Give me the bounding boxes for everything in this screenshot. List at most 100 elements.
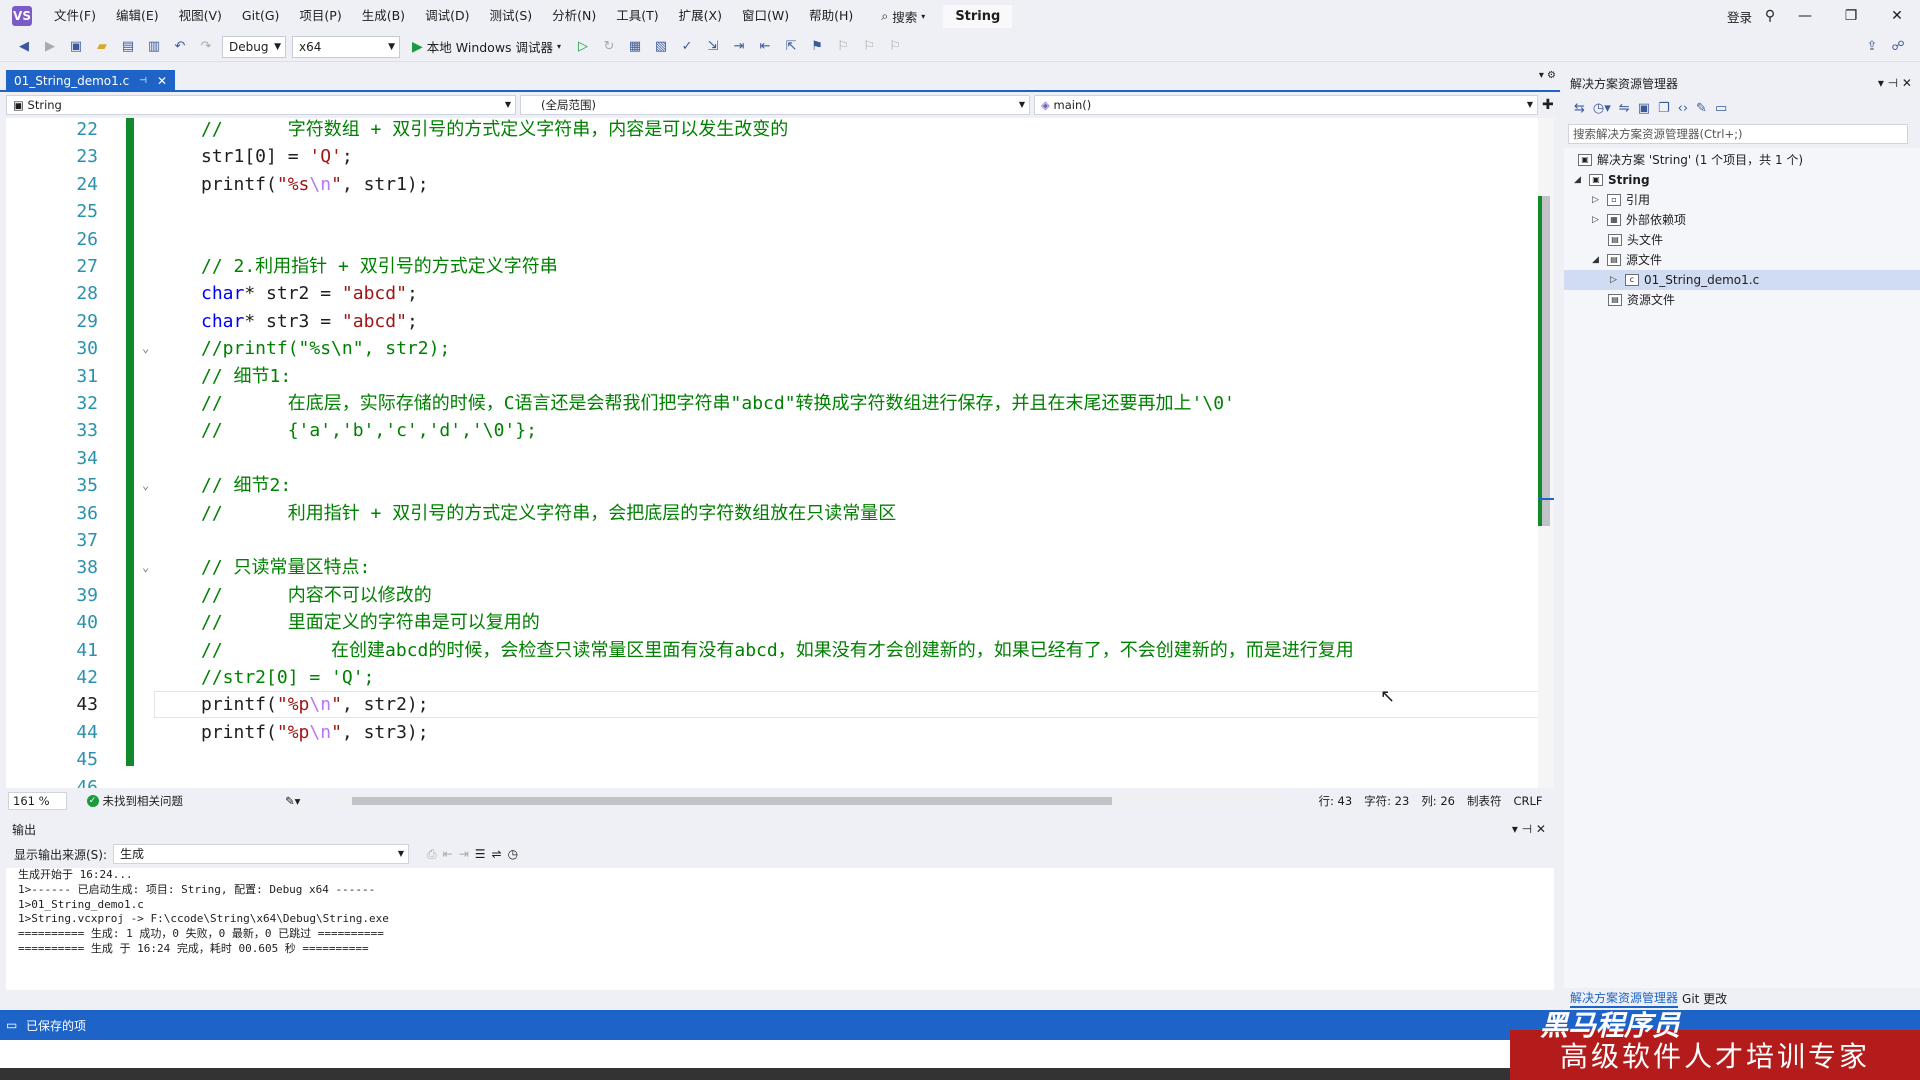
- eol-indicator[interactable]: CRLF: [1513, 794, 1542, 808]
- prev-bookmark-icon[interactable]: ⚐: [833, 37, 853, 57]
- code-line[interactable]: 31 // 细节1:: [6, 363, 1546, 390]
- collapsed-icon[interactable]: ▷: [1592, 210, 1602, 230]
- function-dropdown[interactable]: ◈ main() ▼: [1034, 95, 1538, 115]
- tree-source-files[interactable]: ◢ ▤ 源文件: [1592, 250, 1662, 270]
- tab-git-changes[interactable]: Git 更改: [1682, 990, 1727, 1007]
- platform-select[interactable]: x64 ▼: [292, 35, 400, 58]
- menu-item[interactable]: 编辑(E): [106, 0, 169, 32]
- close-icon[interactable]: ✕: [157, 74, 167, 88]
- collapsed-icon[interactable]: ▷: [1610, 270, 1620, 290]
- tree-solution-root[interactable]: ▣ 解决方案 'String' (1 个项目，共 1 个): [1578, 150, 1803, 170]
- code-line[interactable]: 29 char* str3 = "abcd";: [6, 308, 1546, 335]
- browse-icon[interactable]: ▦: [625, 37, 645, 57]
- back-icon[interactable]: ◀: [14, 37, 34, 57]
- menu-item[interactable]: 生成(B): [352, 0, 415, 32]
- code-line[interactable]: 35 ⌄ // 细节2:: [6, 472, 1546, 499]
- bookmark-icon[interactable]: ⚑: [807, 37, 827, 57]
- tree-references[interactable]: ▷ ▫ 引用: [1592, 190, 1650, 210]
- code-line[interactable]: 43 printf("%p\n", str2);: [6, 691, 1546, 718]
- fold-toggle-icon[interactable]: ⌄: [142, 335, 149, 362]
- login-button[interactable]: 登录: [1727, 7, 1752, 26]
- step-over-icon[interactable]: ⇥: [729, 37, 749, 57]
- code-line[interactable]: 34: [6, 445, 1546, 472]
- next-bookmark-icon[interactable]: ⚐: [859, 37, 879, 57]
- code-line[interactable]: 40 // 里面定义的字符串是可以复用的: [6, 609, 1546, 636]
- menu-item[interactable]: 文件(F): [44, 0, 106, 32]
- code-line[interactable]: 26: [6, 226, 1546, 253]
- next-message-icon[interactable]: ⇥: [459, 847, 469, 861]
- solution-search-input[interactable]: 搜索解决方案资源管理器(Ctrl+;): [1568, 124, 1908, 144]
- start-without-debug-icon[interactable]: ▷: [573, 37, 593, 57]
- menu-item[interactable]: 测试(S): [479, 0, 542, 32]
- redo-icon[interactable]: ↷: [196, 37, 216, 57]
- brush-icon[interactable]: ✎▾: [285, 794, 300, 808]
- open-icon[interactable]: ▰: [92, 37, 112, 57]
- menu-item[interactable]: 分析(N): [542, 0, 606, 32]
- tab-01-string-demo1[interactable]: 01_String_demo1.c ⊣ ✕: [6, 70, 176, 92]
- step-icon[interactable]: ⇲: [703, 37, 723, 57]
- search-button[interactable]: ⌕ 搜索 ▾: [873, 7, 933, 26]
- code-line[interactable]: 41 // 在创建abcd的时候，会检查只读常量区里面有没有abcd，如果没有才会…: [6, 637, 1546, 664]
- code-line[interactable]: 45: [6, 746, 1546, 773]
- save-icon[interactable]: ▤: [118, 37, 138, 57]
- refresh-icon[interactable]: ↻: [599, 37, 619, 57]
- outdent-icon[interactable]: ⇱: [781, 37, 801, 57]
- tree-source-file-demo1[interactable]: ▷ c 01_String_demo1.c: [1564, 270, 1920, 290]
- properties-icon[interactable]: ✎: [1696, 101, 1707, 116]
- menu-item[interactable]: 工具(T): [606, 0, 668, 32]
- code-editor[interactable]: 22 // 字符数组 + 双引号的方式定义字符串，内容是可以发生改变的 23 str1…: [6, 118, 1554, 788]
- minimize-button[interactable]: —: [1782, 8, 1828, 24]
- menu-item[interactable]: 帮助(H): [799, 0, 863, 32]
- collapse-all-icon[interactable]: ▣: [1638, 101, 1650, 116]
- code-line[interactable]: 46: [6, 774, 1546, 788]
- output-source-select[interactable]: 生成 ▼: [113, 844, 410, 864]
- preview-icon[interactable]: ▭: [1715, 101, 1727, 116]
- menu-item[interactable]: 扩展(X): [669, 0, 732, 32]
- menu-item[interactable]: 项目(P): [289, 0, 351, 32]
- code-line[interactable]: 30 ⌄ //printf("%s\n", str2);: [6, 335, 1546, 362]
- horizontal-scrollbar[interactable]: [342, 796, 1283, 806]
- collapsed-icon[interactable]: ▷: [1592, 190, 1602, 210]
- feedback-icon[interactable]: ☍: [1888, 37, 1908, 57]
- save-all-icon[interactable]: ▥: [144, 37, 164, 57]
- expanded-icon[interactable]: ◢: [1592, 250, 1602, 270]
- visual-studio-logo[interactable]: VS: [0, 0, 44, 32]
- menu-item[interactable]: 视图(V): [169, 0, 232, 32]
- code-line[interactable]: 39 // 内容不可以修改的: [6, 582, 1546, 609]
- fold-toggle-icon[interactable]: ⌄: [142, 554, 149, 581]
- menu-item[interactable]: 调试(D): [415, 0, 479, 32]
- scroll-thumb[interactable]: [352, 797, 1113, 805]
- history-icon[interactable]: ◷▾: [1593, 101, 1611, 116]
- switch-views-icon[interactable]: ⇆: [1574, 101, 1585, 116]
- config-select[interactable]: Debug ▼: [222, 35, 286, 58]
- scope-dropdown[interactable]: (全局范围) ▼: [520, 95, 1030, 115]
- menu-item[interactable]: Git(G): [232, 0, 290, 32]
- view-code-icon[interactable]: ‹›: [1678, 101, 1688, 116]
- layout-icon[interactable]: ▧: [651, 37, 671, 57]
- code-line[interactable]: 25: [6, 198, 1546, 225]
- code-line[interactable]: 32 // 在底层，实际存储的时候，C语言还是会帮我们把字符串"abcd"转换成字…: [6, 390, 1546, 417]
- output-text[interactable]: 生成开始于 16:24... 1>------ 已启动生成: 项目: String…: [6, 868, 1554, 990]
- code-line[interactable]: 27 // 2.利用指针 + 双引号的方式定义字符串: [6, 253, 1546, 280]
- prev-message-icon[interactable]: ⇤: [443, 847, 453, 861]
- clear-all-icon[interactable]: ☰: [475, 847, 486, 861]
- code-line[interactable]: 22 // 字符数组 + 双引号的方式定义字符串，内容是可以发生改变的: [6, 118, 1546, 143]
- clear-bookmark-icon[interactable]: ⚐: [885, 37, 905, 57]
- tab-list-icon[interactable]: ▾ ⚙: [1539, 70, 1556, 81]
- pin-icon[interactable]: ⊣: [139, 76, 147, 86]
- undo-icon[interactable]: ↶: [170, 37, 190, 57]
- issues-indicator[interactable]: ✓ 未找到相关问题: [86, 793, 183, 809]
- split-icon[interactable]: ✚: [1542, 95, 1554, 117]
- code-line[interactable]: 38 ⌄ // 只读常量区特点:: [6, 554, 1546, 581]
- share-icon[interactable]: ⇪: [1862, 37, 1882, 57]
- find-message-icon[interactable]: ⎙: [427, 847, 437, 862]
- panel-menu-icon[interactable]: ▾ ⊣ ✕: [1512, 822, 1546, 836]
- show-all-files-icon[interactable]: ❐: [1658, 101, 1670, 116]
- zoom-dropdown[interactable]: 161 %: [8, 792, 67, 810]
- code-line[interactable]: 36 // 利用指针 + 双引号的方式定义字符串，会把底层的字符数组放在只读常量区: [6, 500, 1546, 527]
- restore-button[interactable]: ❐: [1828, 8, 1874, 24]
- code-line[interactable]: 24 printf("%s\n", str1);: [6, 171, 1546, 198]
- project-dropdown[interactable]: ▣ String ▼: [6, 95, 516, 115]
- panel-menu-icon[interactable]: ▾ ⊣ ✕: [1878, 76, 1912, 90]
- word-wrap-icon[interactable]: ⇌: [492, 847, 502, 861]
